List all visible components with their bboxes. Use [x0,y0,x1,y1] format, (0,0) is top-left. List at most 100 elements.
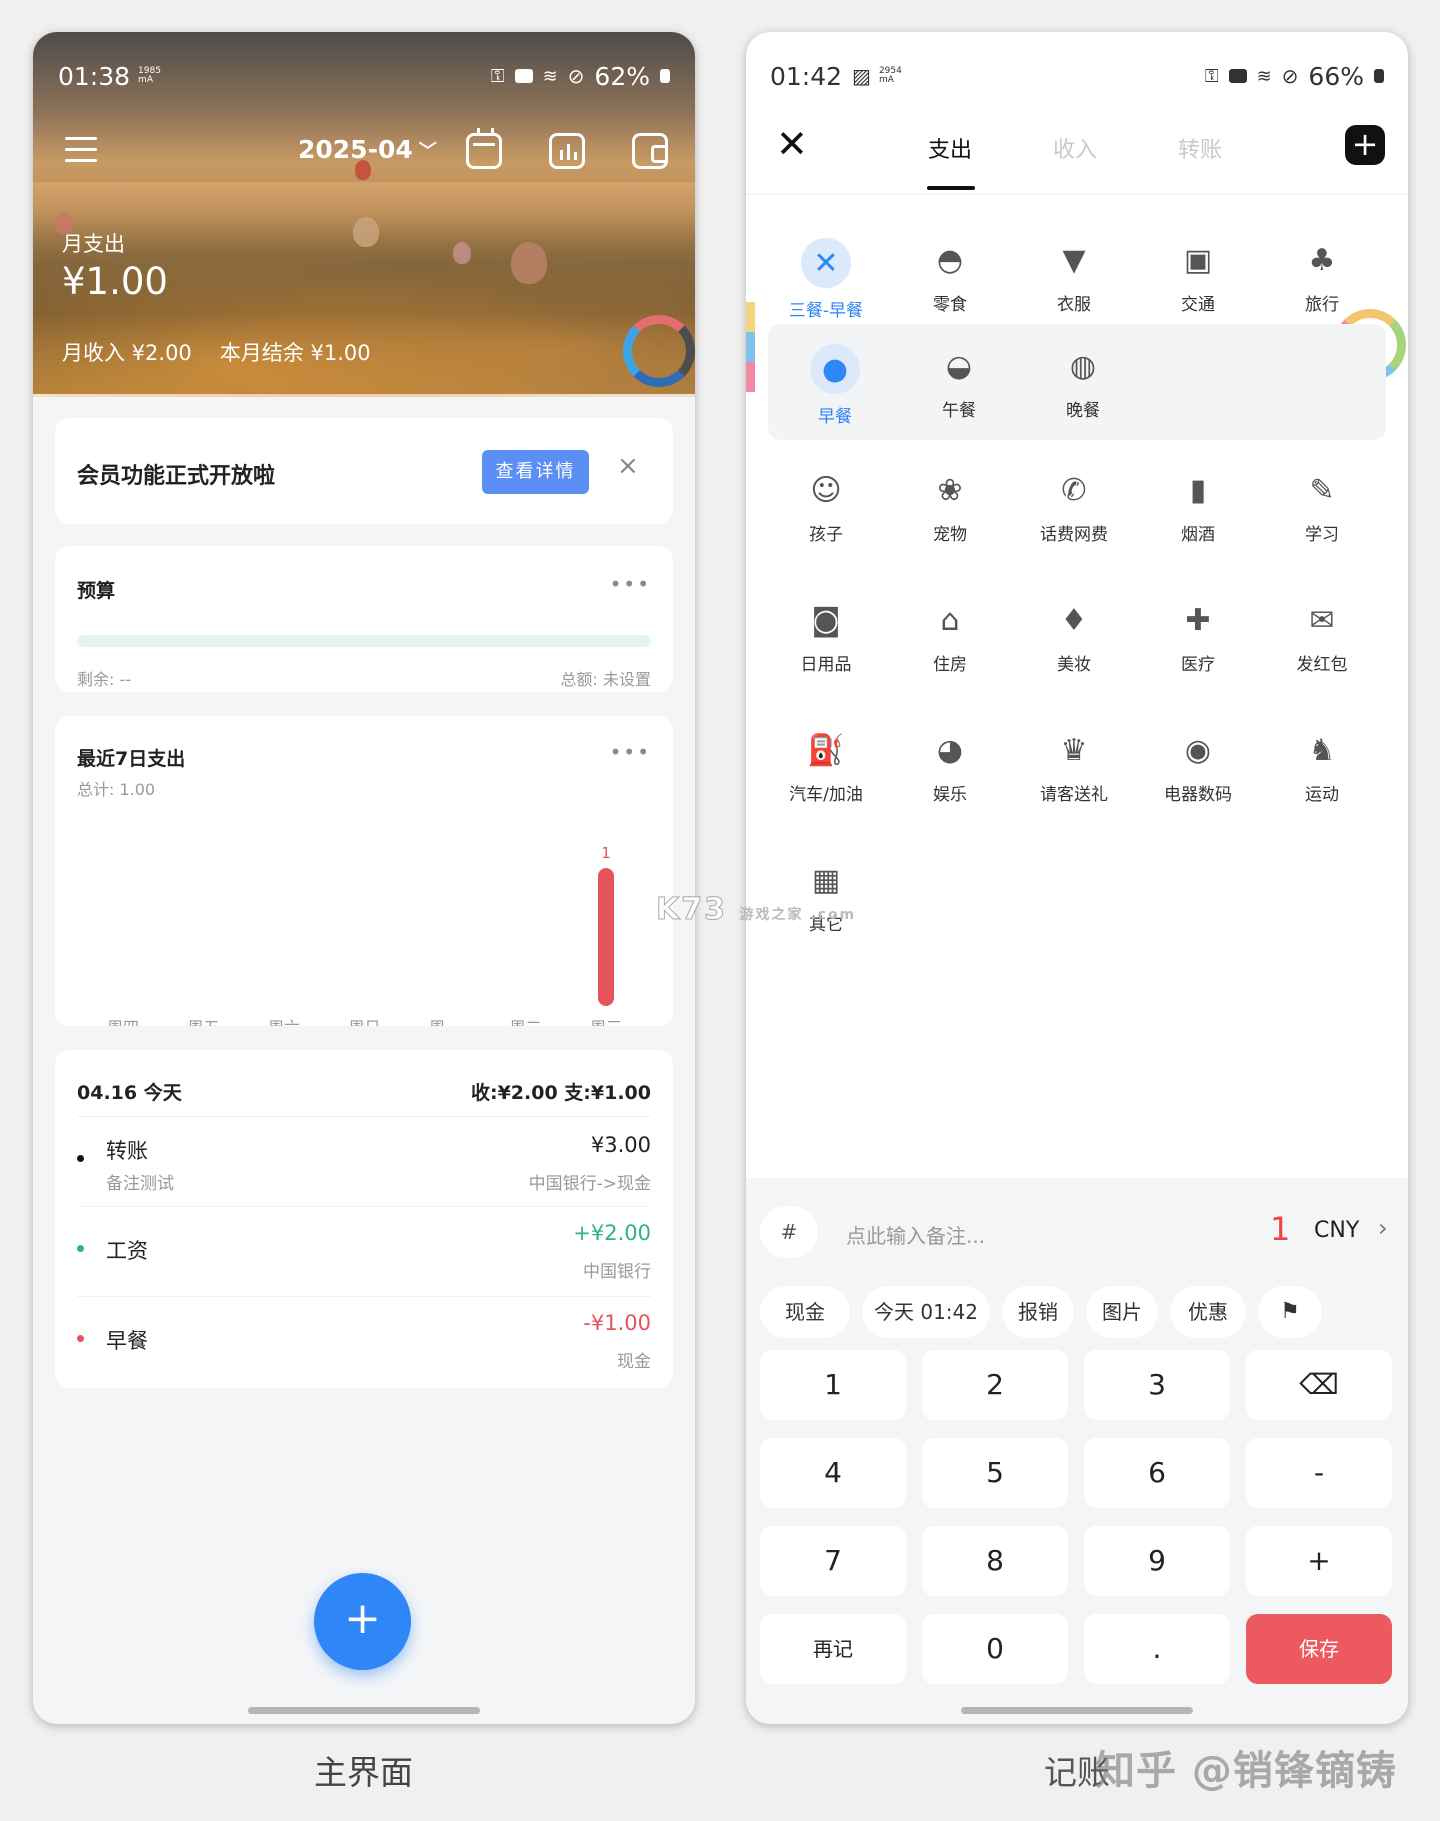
budget-remaining: 剩余: -- [77,670,132,689]
currency-selector[interactable]: CNY [1314,1218,1359,1243]
key-0[interactable]: 0 [922,1614,1068,1684]
key-9[interactable]: 9 [1084,1526,1230,1596]
key-5[interactable]: 5 [922,1438,1068,1508]
backspace-icon[interactable]: ⌫ [1246,1350,1392,1420]
flag-icon[interactable]: ⚑ [1258,1286,1322,1338]
close-icon[interactable]: × [617,451,639,481]
weekly-expense-card[interactable]: 最近7日支出 ••• 总计: 1.00 周四周五周六周日周一周二周三1 [55,716,673,1026]
study-icon: ✎ [1309,472,1335,508]
note-input[interactable]: 点此输入备注... [846,1220,985,1249]
budget-card[interactable]: 预算 ••• 剩余: -- 总额: 未设置 [55,546,673,692]
tab-expense[interactable]: 支出 [928,132,972,164]
category-item[interactable]: ◉ 电器数码 [1136,728,1260,828]
category-item[interactable]: ✕ 三餐-早餐 [764,238,888,338]
key-2[interactable]: 2 [922,1350,1068,1420]
category-item[interactable]: ✆ 话费网费 [1012,468,1136,568]
chart-bar[interactable] [598,868,614,1006]
category-item[interactable]: ▣ 交通 [1136,238,1260,338]
key-3[interactable]: 3 [1084,1350,1230,1420]
chip-account[interactable]: 现金 [760,1286,850,1338]
wallet-icon[interactable] [632,133,668,169]
record-row[interactable]: 早餐 -¥1.00 现金 [77,1296,651,1384]
again-button[interactable]: 再记 [760,1614,906,1684]
category-item[interactable]: ◍ 晚餐 [1021,344,1145,444]
image-icon: ▨ [852,64,871,88]
category-label: 学习 [1305,525,1339,545]
chip-image[interactable]: 图片 [1086,1286,1158,1338]
record-row[interactable]: 转账 备注测试 ¥3.00 中国银行->现金 [77,1116,651,1204]
statistics-icon[interactable] [549,133,585,169]
calendar-icon[interactable] [466,128,502,169]
tag-button[interactable]: # [760,1206,818,1258]
record-row[interactable]: 工资 +¥2.00 中国银行 [77,1206,651,1294]
record-amount: -¥1.00 [583,1311,651,1335]
wifi-icon: ≋ [1256,65,1272,87]
save-button[interactable]: 保存 [1246,1614,1392,1684]
category-label: 娱乐 [933,785,967,805]
chip-reimburse[interactable]: 报销 [1002,1286,1074,1338]
category-item[interactable]: ◙ 日用品 [764,598,888,698]
category-item[interactable]: ◒ 午餐 [897,344,1021,444]
category-item[interactable]: ☺ 孩子 [764,468,888,568]
lunch-icon: ◒ [945,348,973,384]
category-item[interactable]: ✚ 医疗 [1136,598,1260,698]
key-plus[interactable]: + [1246,1526,1392,1596]
category-label: 烟酒 [1181,525,1215,545]
category-item[interactable]: ♣ 旅行 [1260,238,1384,338]
status-bar: 01:38 1985 mA ⚿ ≋ ⊘ 62% [58,56,670,96]
category-item[interactable]: ▼ 衣服 [1012,238,1136,338]
red-envelope-icon: ✉ [1309,602,1335,638]
add-record-button[interactable]: + [314,1573,411,1670]
gift-icon: ♛ [1060,732,1088,768]
dinner-icon: ◍ [1069,348,1097,384]
add-category-button[interactable]: + [1345,125,1385,165]
category-item[interactable]: ● 早餐 [773,344,897,444]
budget-progress-bar [77,635,651,647]
chevron-right-icon[interactable]: › [1378,1214,1388,1242]
tab-transfer[interactable]: 转账 [1178,132,1222,164]
tab-income[interactable]: 收入 [1053,132,1097,164]
month-picker[interactable]: 2025-04 ﹀ [298,135,437,164]
category-label: 请客送礼 [1040,785,1108,805]
dnd-icon: ⊘ [1281,64,1299,88]
category-item[interactable]: ❀ 宠物 [888,468,1012,568]
category-label: 医疗 [1181,655,1215,675]
type-tabs: ✕ 支出 收入 转账 [746,122,1408,192]
record-amount: ¥3.00 [590,1133,651,1157]
view-details-button[interactable]: 查看详情 [482,450,589,494]
chip-discount[interactable]: 优惠 [1170,1286,1246,1338]
chip-datetime[interactable]: 今天 01:42 [862,1286,990,1338]
shirt-icon: ▼ [1062,242,1086,278]
key-8[interactable]: 8 [922,1526,1068,1596]
battery-level: 66% [1308,61,1364,91]
key-7[interactable]: 7 [760,1526,906,1596]
category-item[interactable]: ♛ 请客送礼 [1012,728,1136,828]
category-item[interactable]: ⛽ 汽车/加油 [764,728,888,828]
category-item[interactable]: ◕ 娱乐 [888,728,1012,828]
paw-icon: ❀ [937,472,963,508]
category-item[interactable]: ♦ 美妆 [1012,598,1136,698]
key-dot[interactable]: . [1084,1614,1230,1684]
category-label: 衣服 [1057,295,1091,315]
category-item[interactable]: ♞ 运动 [1260,728,1384,828]
category-item[interactable]: ◓ 零食 [888,238,1012,338]
key-6[interactable]: 6 [1084,1438,1230,1508]
menu-icon[interactable] [65,137,97,163]
close-icon[interactable]: ✕ [776,122,808,166]
child-icon: ☺ [810,472,842,508]
category-item[interactable]: ✉ 发红包 [1260,598,1384,698]
floating-ring-icon[interactable] [623,315,695,387]
category-label: 电器数码 [1164,785,1232,805]
category-label: 孩子 [809,525,843,545]
key-4[interactable]: 4 [760,1438,906,1508]
record-dot [77,1335,84,1342]
category-item[interactable]: ▮ 烟酒 [1136,468,1260,568]
more-icon[interactable]: ••• [610,572,651,596]
key-1[interactable]: 1 [760,1350,906,1420]
category-item[interactable]: ✎ 学习 [1260,468,1384,568]
keypad: 现金 今天 01:42 报销 图片 优惠 ⚑ 1 2 3 ⌫ 4 5 6- 7 8 9 + 再记 0. 保… [746,1270,1408,1724]
category-item[interactable]: ⌂ 住房 [888,598,1012,698]
key-minus[interactable]: - [1246,1438,1392,1508]
day-header: 04.16 今天 收:¥2.00 支:¥1.00 [77,1078,651,1105]
record-dot [77,1155,84,1162]
